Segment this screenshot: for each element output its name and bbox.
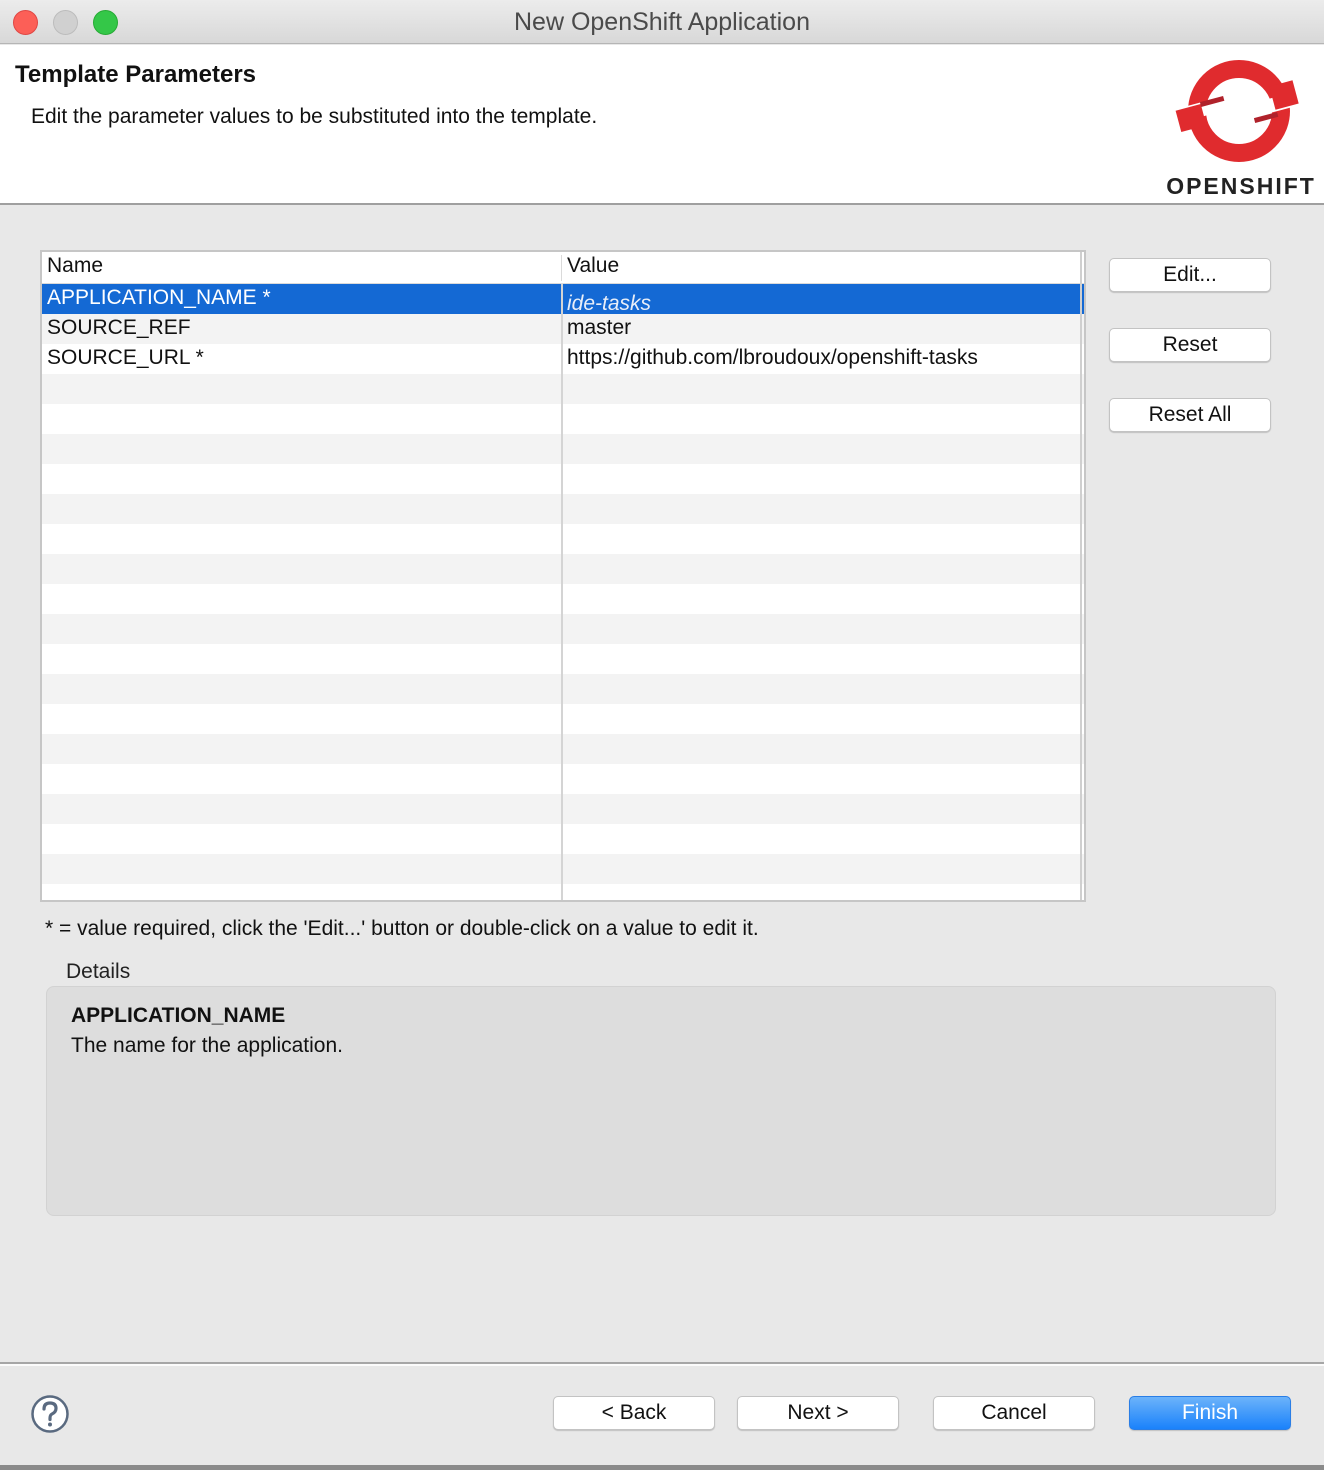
empty-table-row (42, 884, 1084, 900)
reset-button[interactable]: Reset (1109, 328, 1271, 362)
cancel-button[interactable]: Cancel (933, 1396, 1095, 1430)
param-name-cell: APPLICATION_NAME * (47, 286, 271, 309)
details-param-name: APPLICATION_NAME (71, 1004, 286, 1027)
window-bottom-edge (0, 1465, 1324, 1470)
param-value-cell[interactable]: ide-tasks (567, 292, 651, 316)
empty-table-row (42, 854, 1084, 884)
param-name-cell: SOURCE_URL * (47, 346, 204, 369)
table-row[interactable]: SOURCE_URL * https://github.com/lbroudou… (42, 344, 1084, 374)
param-value-cell[interactable]: master (567, 316, 631, 340)
back-button[interactable]: < Back (553, 1396, 715, 1430)
empty-table-row (42, 704, 1084, 734)
openshift-logo: OPENSHIFT (1166, 53, 1316, 203)
required-hint: * = value required, click the 'Edit...' … (45, 917, 759, 940)
empty-table-row (42, 464, 1084, 494)
empty-table-row (42, 734, 1084, 764)
empty-table-row (42, 524, 1084, 554)
details-label: Details (66, 960, 131, 983)
help-icon (31, 1395, 69, 1433)
empty-table-row (42, 494, 1084, 524)
empty-table-row (42, 584, 1084, 614)
edit-button[interactable]: Edit... (1109, 258, 1271, 292)
details-panel: APPLICATION_NAME The name for the applic… (46, 986, 1276, 1216)
help-button[interactable] (30, 1394, 70, 1434)
column-divider (561, 284, 563, 900)
param-name-cell: SOURCE_REF (47, 316, 191, 339)
reset-all-button[interactable]: Reset All (1109, 398, 1271, 432)
empty-table-row (42, 824, 1084, 854)
table-row[interactable]: APPLICATION_NAME * ide-tasks (42, 284, 1084, 316)
finish-button[interactable]: Finish (1129, 1396, 1291, 1430)
empty-table-row (42, 404, 1084, 434)
empty-table-row (42, 764, 1084, 794)
empty-table-row (42, 434, 1084, 464)
empty-table-row (42, 374, 1084, 404)
page-title: Template Parameters (15, 61, 257, 88)
page-description: Edit the parameter values to be substitu… (31, 105, 598, 128)
window-titlebar: New OpenShift Application (0, 0, 1324, 44)
param-value-cell[interactable]: https://github.com/lbroudoux/openshift-t… (567, 346, 978, 370)
empty-table-row (42, 554, 1084, 584)
openshift-logo-text: OPENSHIFT (1166, 173, 1316, 199)
column-divider (561, 255, 562, 281)
window-title: New OpenShift Application (513, 8, 810, 36)
empty-table-row (42, 794, 1084, 824)
footer-divider-highlight (0, 1364, 1324, 1366)
empty-table-row (42, 614, 1084, 644)
table-header: Name Value (42, 252, 1084, 284)
next-button[interactable]: Next > (737, 1396, 899, 1430)
table-row[interactable]: SOURCE_REF master (42, 314, 1084, 344)
details-param-description: The name for the application. (71, 1034, 343, 1057)
column-header-name[interactable]: Name (47, 254, 103, 278)
empty-table-row (42, 644, 1084, 674)
wizard-header: Template Parameters Edit the parameter v… (0, 45, 1324, 205)
column-header-value[interactable]: Value (567, 254, 619, 278)
openshift-logo-icon (1175, 60, 1299, 162)
table-right-edge (1080, 252, 1082, 900)
parameters-table[interactable]: Name Value APPLICATION_NAME * ide-tasks … (40, 250, 1086, 902)
table-body: APPLICATION_NAME * ide-tasks SOURCE_REF … (42, 284, 1084, 900)
empty-table-row (42, 674, 1084, 704)
